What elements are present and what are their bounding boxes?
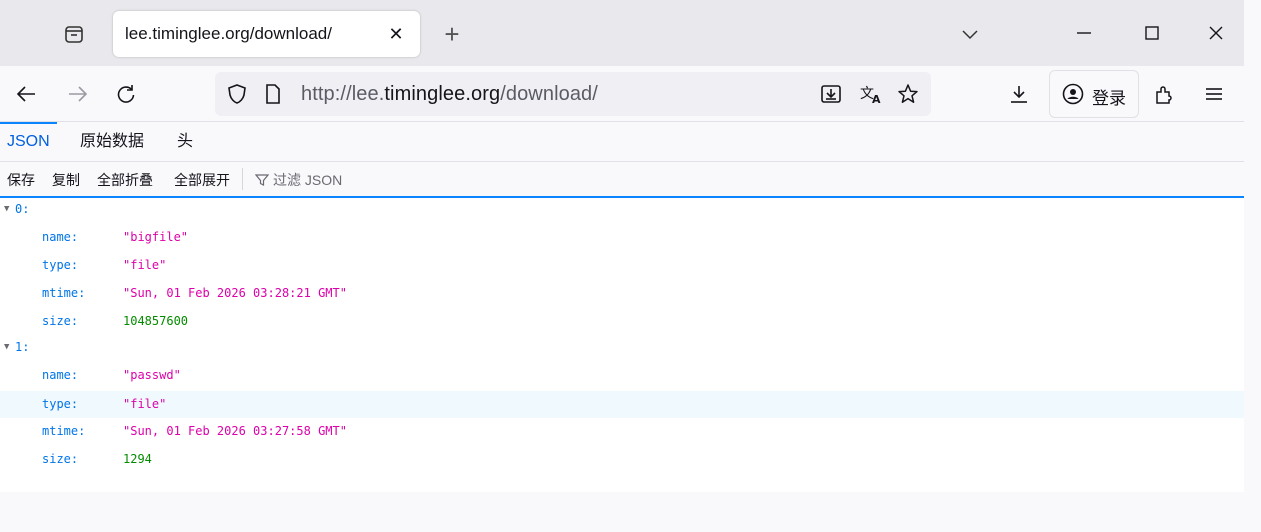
tab-bar: lee.timinglee.org/download/ ✕ + <box>0 0 1244 66</box>
tab-list-icon[interactable] <box>58 18 90 50</box>
table-row[interactable]: type: "file" <box>0 391 1244 418</box>
field-value: 104857600 <box>123 314 189 328</box>
field-key: name: <box>42 230 79 244</box>
json-tree: ▼ 0: name: "bigfile" type: "file" mtime:… <box>0 198 1244 492</box>
account-login-button[interactable]: 登录 <box>1049 70 1139 118</box>
url-bar[interactable]: http://lee.timinglee.org/download/ 文A <box>215 72 931 116</box>
url-text[interactable]: http://lee.timinglee.org/download/ <box>301 83 598 106</box>
tab-json[interactable]: JSON <box>0 122 57 161</box>
field-key: name: <box>42 368 79 382</box>
field-key: type: <box>42 258 79 272</box>
field-key: mtime: <box>42 424 86 438</box>
page-blank-area <box>0 492 1244 532</box>
table-row[interactable]: type: "file" <box>0 254 1244 276</box>
tree-item-0[interactable]: ▼ 0: <box>0 198 1244 220</box>
table-row[interactable]: name: "passwd" <box>0 364 1244 386</box>
translate-icon[interactable]: 文A <box>855 78 887 110</box>
field-key: type: <box>42 397 79 411</box>
field-key: size: <box>42 452 79 466</box>
toolbar-divider <box>242 168 243 190</box>
expand-toggle-icon[interactable]: ▼ <box>4 198 9 220</box>
tab-headers[interactable]: 头 <box>170 122 200 161</box>
browser-window: lee.timinglee.org/download/ ✕ + http://l… <box>0 0 1244 532</box>
table-row[interactable]: mtime: "Sun, 01 Feb 2026 03:27:58 GMT" <box>0 420 1244 442</box>
field-value: "Sun, 01 Feb 2026 03:27:58 GMT" <box>123 424 347 438</box>
field-value: 1294 <box>123 452 152 466</box>
downloads-icon[interactable] <box>1003 78 1035 110</box>
back-arrow-icon[interactable] <box>10 78 42 110</box>
save-button[interactable]: 保存 <box>7 170 35 190</box>
table-row[interactable]: mtime: "Sun, 01 Feb 2026 03:28:21 GMT" <box>0 282 1244 304</box>
svg-text:A: A <box>872 93 881 105</box>
filter-icon <box>255 174 269 186</box>
table-row[interactable]: size: 104857600 <box>0 310 1244 332</box>
filter-json-input[interactable]: 过滤 JSON <box>255 170 342 190</box>
field-key: size: <box>42 314 79 328</box>
chevron-down-icon[interactable] <box>955 20 985 48</box>
login-label: 登录 <box>1092 89 1126 108</box>
forward-arrow-icon[interactable] <box>62 78 94 110</box>
account-icon <box>1062 83 1084 110</box>
item-index: 0: <box>15 202 30 216</box>
tab-raw-data[interactable]: 原始数据 <box>73 122 151 161</box>
tab-title: lee.timinglee.org/download/ <box>125 24 332 43</box>
field-value: "Sun, 01 Feb 2026 03:28:21 GMT" <box>123 286 347 300</box>
filter-placeholder: 过滤 JSON <box>273 172 343 188</box>
field-value: "bigfile" <box>123 230 189 244</box>
reader-download-icon[interactable] <box>815 78 847 110</box>
window-edge <box>1244 0 1261 532</box>
collapse-all-button[interactable]: 全部折叠 <box>97 170 153 190</box>
copy-button[interactable]: 复制 <box>52 170 80 190</box>
menu-icon[interactable] <box>1198 78 1230 110</box>
close-window-button[interactable] <box>1196 14 1236 52</box>
maximize-button[interactable] <box>1132 14 1172 52</box>
tab-close-icon[interactable]: ✕ <box>383 21 409 47</box>
reload-icon[interactable] <box>110 78 142 110</box>
new-tab-button[interactable]: + <box>437 19 467 49</box>
extensions-icon[interactable] <box>1148 78 1180 110</box>
item-index: 1: <box>15 340 30 354</box>
table-row[interactable]: size: 1294 <box>0 448 1244 470</box>
star-icon[interactable] <box>892 78 924 110</box>
navigation-toolbar: http://lee.timinglee.org/download/ 文A 登录 <box>0 66 1244 122</box>
minimize-button[interactable] <box>1064 14 1104 52</box>
tree-item-1[interactable]: ▼ 1: <box>0 336 1244 358</box>
field-value: "passwd" <box>123 368 181 382</box>
expand-toggle-icon[interactable]: ▼ <box>4 336 9 358</box>
json-toolbar: 保存 复制 全部折叠 全部展开 过滤 JSON <box>0 162 1244 198</box>
expand-all-button[interactable]: 全部展开 <box>174 170 230 190</box>
field-value: "file" <box>123 397 167 411</box>
page-icon[interactable] <box>257 78 289 110</box>
field-value: "file" <box>123 258 167 272</box>
table-row[interactable]: name: "bigfile" <box>0 226 1244 248</box>
json-viewer-tabs: JSON 原始数据 头 <box>0 122 1244 162</box>
field-key: mtime: <box>42 286 86 300</box>
shield-icon[interactable] <box>221 78 253 110</box>
browser-tab[interactable]: lee.timinglee.org/download/ ✕ <box>113 11 420 57</box>
